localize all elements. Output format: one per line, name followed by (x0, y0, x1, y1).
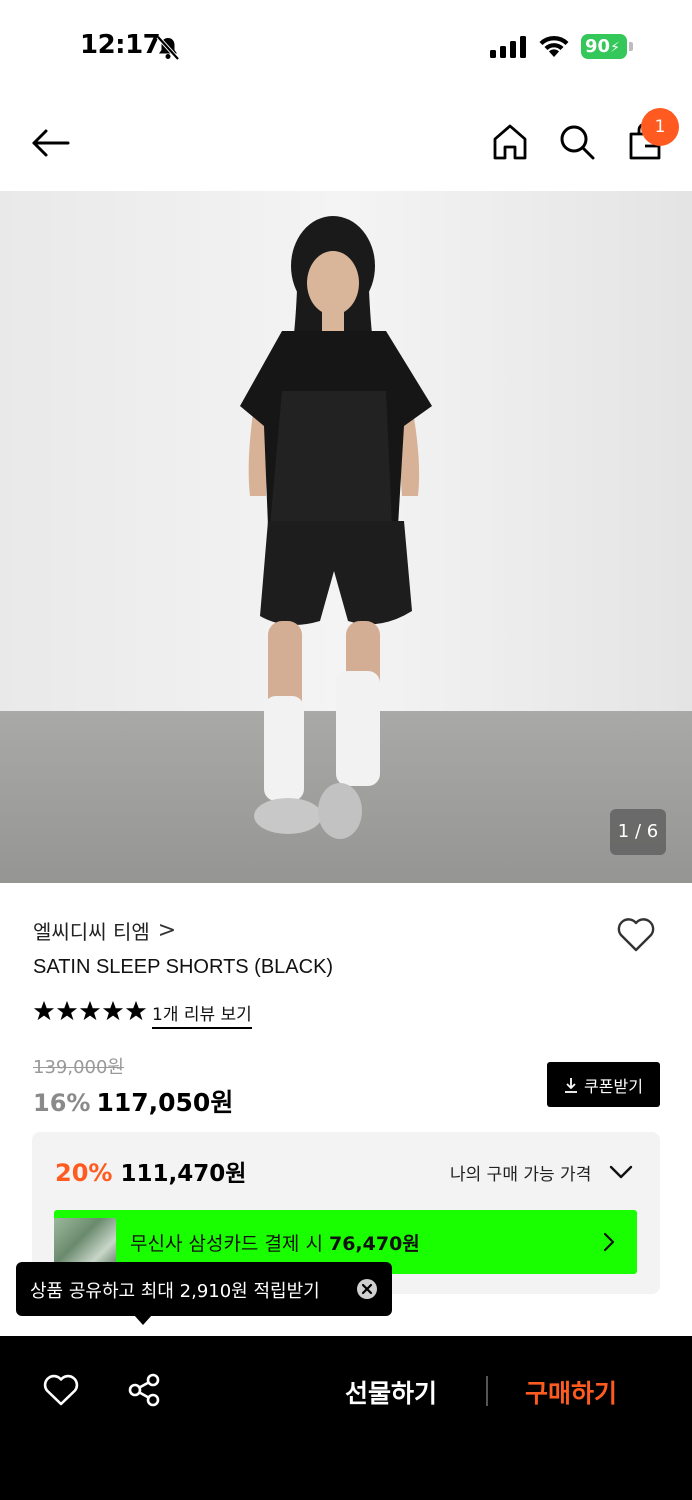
battery-indicator: 90⚡ (581, 34, 633, 59)
heart-icon[interactable] (615, 914, 657, 954)
star-icon (56, 1000, 78, 1021)
bottom-action-bar: 선물하기 구매하기 (0, 1336, 692, 1500)
tooltip-text: 상품 공유하고 최대 2,910원 적립받기 (30, 1281, 320, 1302)
chevron-right-icon: > (157, 918, 177, 943)
my-price-toggle-label[interactable]: 나의 구매 가능 가격 (450, 1160, 591, 1185)
chevron-down-icon[interactable] (608, 1162, 634, 1182)
my-discount-rate: 20% (55, 1159, 113, 1187)
divider (486, 1376, 488, 1406)
product-name: SATIN SLEEP SHORTS (BLACK) (33, 956, 334, 978)
my-price-row: 20% 111,470원 (55, 1154, 246, 1188)
brand-link[interactable]: 엘씨디씨 티엠 > (33, 916, 176, 945)
star-icon (79, 1000, 101, 1021)
download-icon (565, 1077, 578, 1093)
product-photo (0, 191, 692, 883)
product-image[interactable] (0, 191, 692, 883)
status-bar: 12:17 90⚡ (0, 0, 692, 95)
brand-name: 엘씨디씨 티엠 (33, 920, 150, 944)
tooltip-arrow (134, 1315, 152, 1325)
battery-cap (629, 42, 633, 51)
heart-icon[interactable] (42, 1372, 80, 1408)
price-row: 16% 117,050원 (33, 1083, 233, 1119)
search-icon[interactable] (557, 122, 597, 162)
coupon-button[interactable]: 쿠폰받기 (547, 1062, 660, 1107)
bell-off-icon (156, 35, 180, 61)
cellular-signal-icon (490, 36, 526, 58)
wifi-icon (539, 35, 569, 57)
card-promo-text: 무신사 삼성카드 결제 시 76,470원 (130, 1233, 420, 1255)
buy-button[interactable]: 구매하기 (525, 1374, 617, 1410)
image-counter: 1 / 6 (610, 809, 666, 855)
sale-price: 117,050원 (96, 1088, 234, 1117)
charging-bolt-icon: ⚡ (610, 40, 620, 56)
star-icon (125, 1000, 147, 1021)
close-icon[interactable] (356, 1278, 378, 1300)
chevron-right-icon (603, 1232, 615, 1252)
home-icon[interactable] (490, 122, 530, 162)
gift-button[interactable]: 선물하기 (345, 1374, 437, 1410)
status-time: 12:17 (80, 30, 161, 60)
discount-rate: 16% (33, 1089, 91, 1117)
back-arrow-icon[interactable] (28, 123, 72, 163)
rating-stars (33, 1000, 147, 1022)
review-link[interactable]: 1개 리뷰 보기 (152, 1000, 252, 1029)
coupon-label: 쿠폰받기 (584, 1076, 643, 1096)
share-icon[interactable] (126, 1372, 162, 1408)
star-icon (102, 1000, 124, 1021)
original-price: 139,000원 (33, 1057, 124, 1078)
share-reward-tooltip: 상품 공유하고 최대 2,910원 적립받기 (16, 1262, 392, 1316)
cart-count-badge: 1 (641, 108, 679, 146)
star-icon (33, 1000, 55, 1021)
top-nav-bar (0, 95, 692, 191)
battery-level: 90⚡ (581, 34, 627, 59)
my-price: 111,470원 (120, 1161, 247, 1187)
